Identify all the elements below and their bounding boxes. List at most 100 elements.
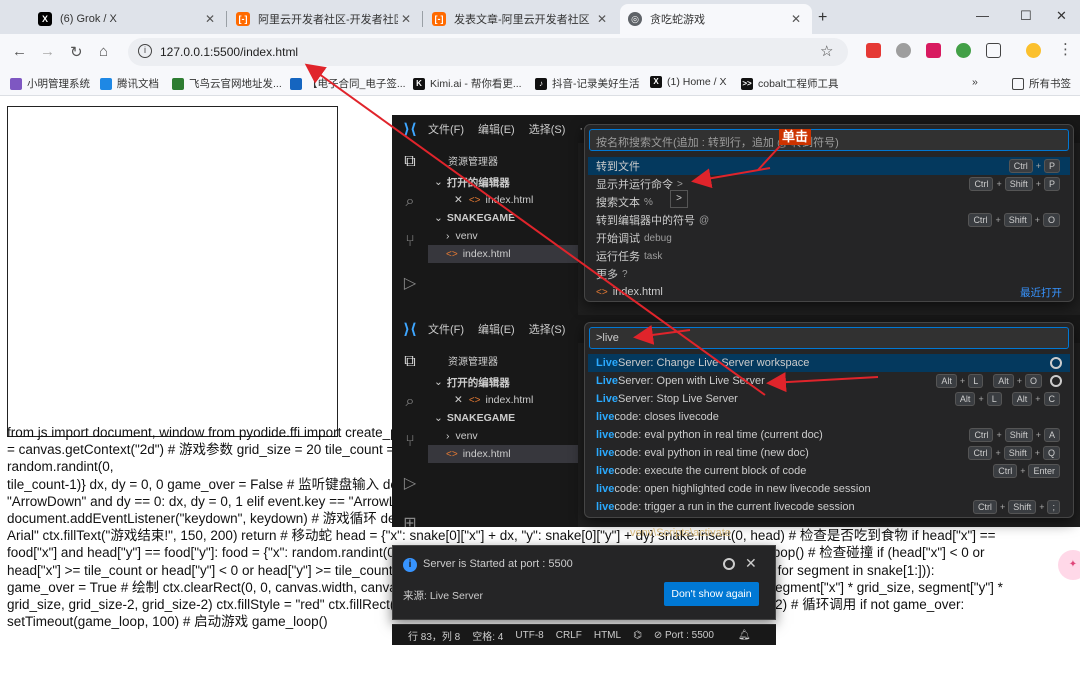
- bookmark-item[interactable]: 飞鸟云官网地址发...: [172, 76, 282, 91]
- extension-icon[interactable]: [956, 43, 971, 58]
- open-editors-header[interactable]: ⌄ 打开的编辑器: [428, 373, 578, 391]
- explorer-icon[interactable]: ⧉: [400, 153, 420, 173]
- language-mode[interactable]: HTML: [594, 630, 621, 641]
- bookmark-item[interactable]: 【电子合同_电子签...: [290, 76, 406, 91]
- keybinding: Ctrl + Shift + P: [967, 177, 1062, 191]
- search-icon[interactable]: ⌕: [400, 193, 420, 213]
- bookmark-item[interactable]: ♪ 抖音-记录美好生活: [535, 76, 640, 91]
- tab-snake-game[interactable]: ◎ 贪吃蛇游戏 ✕: [620, 4, 812, 34]
- avatar[interactable]: [1026, 43, 1041, 58]
- bell-icon[interactable]: 🔔︎: [738, 630, 751, 641]
- bookmark-item[interactable]: >> cobalt工程师工具: [741, 76, 839, 91]
- source-control-icon[interactable]: ⑂: [400, 233, 420, 253]
- folder-venv[interactable]: › venv: [428, 427, 578, 445]
- quick-open-item[interactable]: 转到文件 Ctrl + P: [588, 157, 1070, 175]
- extension-icon[interactable]: [866, 43, 881, 58]
- extension-icon[interactable]: [896, 43, 911, 58]
- command-item[interactable]: live code: execute the current block of c…: [588, 462, 1070, 480]
- quick-open-item[interactable]: 搜索文本%: [588, 193, 1070, 211]
- command-item[interactable]: live code: open highlighted code in new l…: [588, 480, 1070, 498]
- cursor-position[interactable]: 行 83，列 8: [408, 628, 460, 643]
- recent-file-item[interactable]: <> index.html 最近打开: [588, 283, 1070, 301]
- explorer-icon[interactable]: ⧉: [400, 353, 420, 373]
- extension-icon[interactable]: [926, 43, 941, 58]
- port-indicator[interactable]: ⊘ Port : 5500: [654, 630, 726, 641]
- bookmark-item[interactable]: K Kimi.ai - 帮你看更...: [413, 76, 522, 91]
- encoding[interactable]: UTF-8: [515, 630, 543, 641]
- quick-open-item[interactable]: 更多?: [588, 265, 1070, 283]
- close-icon[interactable]: ✕: [745, 555, 757, 572]
- quick-open-item[interactable]: 运行任务 task: [588, 247, 1070, 265]
- all-bookmarks[interactable]: 所有书签: [1012, 76, 1071, 91]
- gear-icon[interactable]: [723, 558, 735, 570]
- tab-aliyun-post[interactable]: [-] 发表文章-阿里云开发者社区 ✕: [424, 4, 618, 34]
- workspace-header[interactable]: ⌄ SNAKEGAME: [428, 409, 578, 427]
- bookmark-item[interactable]: 小明管理系统: [10, 76, 90, 91]
- search-icon[interactable]: ⌕: [400, 393, 420, 413]
- dont-show-again-button[interactable]: Don't show again: [664, 582, 759, 606]
- menu-file[interactable]: 文件(F): [428, 121, 464, 137]
- gear-icon[interactable]: [1050, 375, 1062, 387]
- open-editor-item[interactable]: ✕ <> index.html: [428, 191, 578, 209]
- floating-assistant-icon[interactable]: ✦: [1058, 550, 1080, 580]
- copilot-icon[interactable]: ⌬: [633, 630, 642, 641]
- quick-open-item[interactable]: 开始调试 debug: [588, 229, 1070, 247]
- home-icon[interactable]: ⌂: [99, 43, 108, 60]
- minimize-icon[interactable]: —: [976, 8, 989, 23]
- bookmark-item[interactable]: X (1) Home / X: [650, 76, 727, 88]
- close-icon[interactable]: ✕: [398, 12, 414, 26]
- command-item[interactable]: live code: eval python in real time (curr…: [588, 426, 1070, 444]
- puzzle-extensions-icon[interactable]: [986, 43, 1001, 58]
- command-item[interactable]: Live Server: Change Live Server workspac…: [588, 354, 1070, 372]
- file-index-html[interactable]: <> index.html: [428, 445, 578, 463]
- command-item[interactable]: live code: eval python in real time (new …: [588, 444, 1070, 462]
- open-editors-header[interactable]: ⌄ 打开的编辑器: [428, 173, 578, 191]
- quick-open-item[interactable]: 转到编辑器中的符号 @ Ctrl + Shift + O: [588, 211, 1070, 229]
- bookmarks-overflow-icon[interactable]: »: [972, 76, 978, 88]
- menu-kebab-icon[interactable]: ⋮: [1058, 40, 1073, 58]
- tab-aliyun-community[interactable]: [-] 阿里云开发者社区-开发者社区 ✕: [228, 4, 422, 34]
- tab-label: 贪吃蛇游戏: [650, 14, 705, 26]
- menu-selection[interactable]: 选择(S): [529, 321, 566, 337]
- source-control-icon[interactable]: ⑂: [400, 433, 420, 453]
- command-item[interactable]: live code: trigger a run in the current l…: [588, 498, 1070, 516]
- reload-icon[interactable]: ↻: [70, 43, 83, 61]
- extensions-icon[interactable]: ⊞: [400, 513, 420, 527]
- close-icon[interactable]: ✕: [454, 394, 463, 406]
- run-debug-icon[interactable]: ▷: [400, 473, 420, 493]
- close-icon[interactable]: ✕: [788, 12, 804, 26]
- menu-edit[interactable]: 编辑(E): [478, 321, 515, 337]
- command-item[interactable]: Live Server: Stop Live Server Alt + L Alt + C: [588, 390, 1070, 408]
- bookmark-item[interactable]: 腾讯文档: [100, 76, 159, 91]
- bookmark-star-icon[interactable]: ☆: [820, 42, 833, 60]
- url-text[interactable]: 127.0.0.1:5500/index.html: [160, 45, 298, 59]
- close-window-icon[interactable]: ✕: [1056, 8, 1067, 24]
- menu-file[interactable]: 文件(F): [428, 321, 464, 337]
- gear-icon[interactable]: [1050, 357, 1062, 369]
- tab-grok[interactable]: X (6) Grok / X ✕: [30, 4, 226, 34]
- quick-open-item[interactable]: 显示并运行命令 > Ctrl + Shift + P: [588, 175, 1070, 193]
- close-icon[interactable]: ✕: [454, 194, 463, 206]
- address-bar[interactable]: i 127.0.0.1:5500/index.html ☆: [128, 38, 848, 66]
- game-canvas[interactable]: [7, 106, 338, 437]
- indentation[interactable]: 空格: 4: [472, 628, 503, 643]
- close-icon[interactable]: ✕: [594, 12, 610, 26]
- close-icon[interactable]: ✕: [202, 12, 218, 26]
- menu-edit[interactable]: 编辑(E): [478, 121, 515, 137]
- command-input[interactable]: >live: [589, 327, 1069, 349]
- file-index-html[interactable]: <> index.html: [428, 245, 578, 263]
- command-item[interactable]: Live Server: Open with Live Server Alt + L A…: [588, 372, 1070, 390]
- run-debug-icon[interactable]: ▷: [400, 273, 420, 293]
- open-editor-item[interactable]: ✕ <> index.html: [428, 391, 578, 409]
- maximize-icon[interactable]: ☐: [1020, 8, 1032, 24]
- back-icon[interactable]: ←: [12, 43, 27, 60]
- menu-selection[interactable]: 选择(S): [529, 121, 566, 137]
- site-info-icon[interactable]: i: [138, 44, 152, 58]
- forward-icon[interactable]: →: [40, 43, 55, 60]
- folder-venv[interactable]: › venv: [428, 227, 578, 245]
- quick-open-input[interactable]: 按名称搜索文件(追加 : 转到行，追加 @ 转到符号): [589, 129, 1069, 151]
- workspace-header[interactable]: ⌄ SNAKEGAME: [428, 209, 578, 227]
- new-tab-button[interactable]: +: [818, 9, 827, 27]
- command-item[interactable]: live code: closes livecode: [588, 408, 1070, 426]
- line-ending[interactable]: CRLF: [556, 630, 582, 641]
